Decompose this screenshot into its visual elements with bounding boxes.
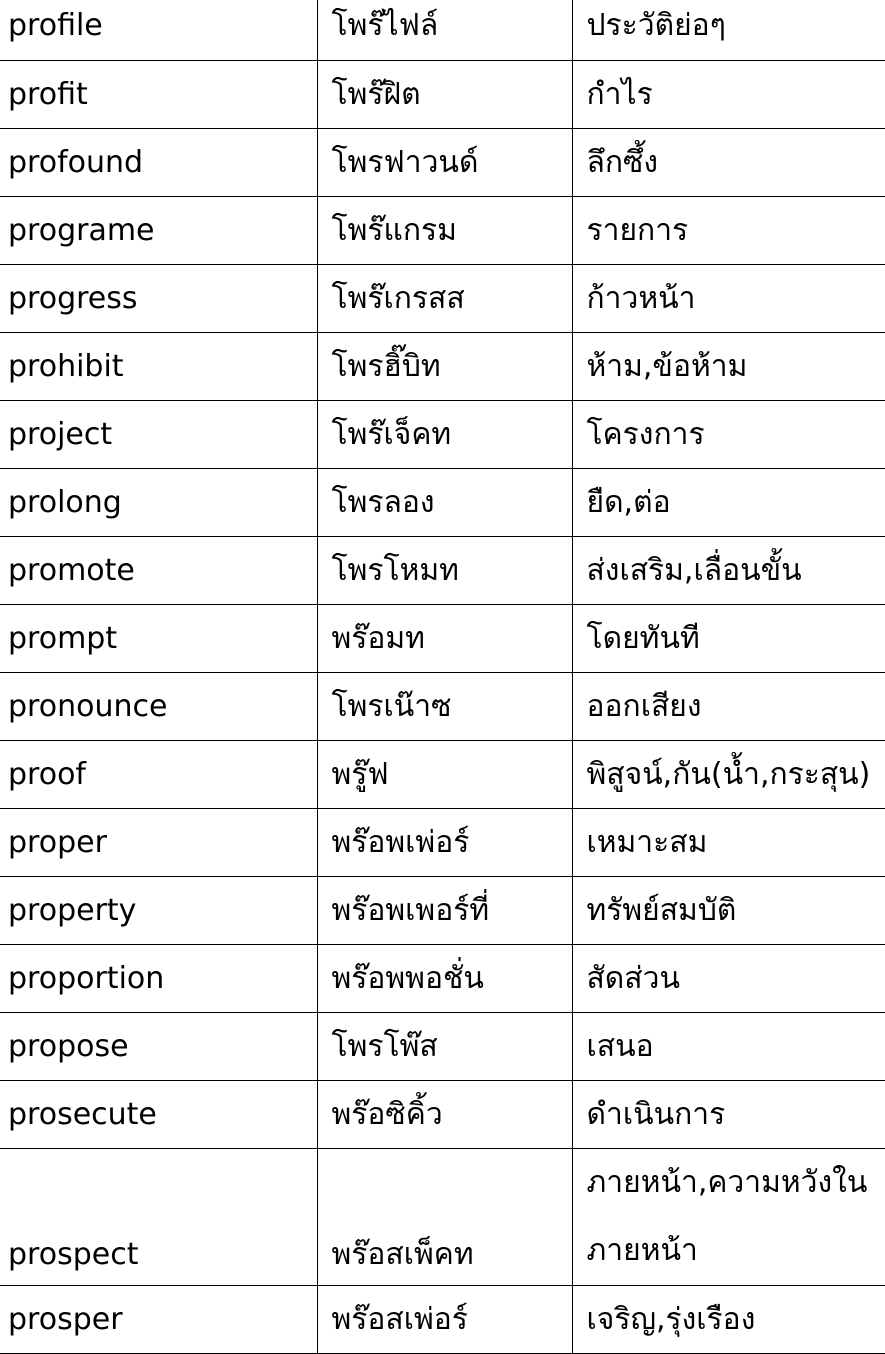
- thai-pronunciation: โพรเน๊าซ: [316, 671, 573, 741]
- table-row: project โพร๊เจ็คท โครงการ: [0, 399, 885, 469]
- english-word: prosecute: [0, 1079, 318, 1149]
- english-word: project: [0, 399, 318, 469]
- thai-pronunciation: โพร๊เกรสส: [316, 263, 573, 333]
- thai-meaning: ยืด,ต่อ: [571, 467, 885, 537]
- table-row: programe โพร๊แกรม รายการ: [0, 195, 885, 265]
- thai-pronunciation: พร๊อพพอชั่น: [316, 943, 573, 1013]
- thai-meaning: ดำเนินการ: [571, 1079, 885, 1149]
- thai-pronunciation: โพร๊ฝิต: [316, 59, 573, 129]
- table-row: profit โพร๊ฝิต กำไร: [0, 59, 885, 129]
- thai-pronunciation: โพรโหมท: [316, 535, 573, 605]
- table-row: promote โพรโหมท ส่งเสริม,เลื่อนขั้น: [0, 535, 885, 605]
- english-word: profile: [0, 0, 318, 61]
- table-row: progress โพร๊เกรสส ก้าวหน้า: [0, 263, 885, 333]
- thai-pronunciation: พร๊อสเพ่อร์: [316, 1284, 573, 1354]
- english-word: proper: [0, 807, 318, 877]
- english-word: programe: [0, 195, 318, 265]
- english-word: profound: [0, 127, 318, 197]
- thai-meaning: พิสูจน์,กัน(น้ำ,กระสุน): [571, 739, 885, 809]
- thai-pronunciation: โพรโพ๊ส: [316, 1011, 573, 1081]
- vocabulary-table: profile โพร๊ไฟล์ ประวัติย่อๆ profit โพร๊…: [0, 0, 885, 1354]
- english-word: propose: [0, 1011, 318, 1081]
- english-word: pronounce: [0, 671, 318, 741]
- english-word: promote: [0, 535, 318, 605]
- table-row: prosecute พร๊อซิคิ้ว ดำเนินการ: [0, 1079, 885, 1149]
- thai-pronunciation: โพร๊เจ็คท: [316, 399, 573, 469]
- english-word: prosper: [0, 1284, 318, 1354]
- thai-pronunciation: โพร๊แกรม: [316, 195, 573, 265]
- thai-pronunciation: พร๊อพเพอร์ที่: [316, 875, 573, 945]
- table-row: profound โพรฟาวนด์ ลึกซึ้ง: [0, 127, 885, 197]
- thai-pronunciation: โพรลอง: [316, 467, 573, 537]
- thai-meaning: โดยทันที: [571, 603, 885, 673]
- table-row: prosper พร๊อสเพ่อร์ เจริญ,รุ่งเรือง: [0, 1284, 885, 1354]
- thai-meaning: เหมาะสม: [571, 807, 885, 877]
- thai-meaning: เจริญ,รุ่งเรือง: [571, 1284, 885, 1354]
- thai-meaning: รายการ: [571, 195, 885, 265]
- thai-meaning: ทรัพย์สมบัติ: [571, 875, 885, 945]
- thai-pronunciation: พร๊อพเพ่อร์: [316, 807, 573, 877]
- table-row: propose โพรโพ๊ส เสนอ: [0, 1011, 885, 1081]
- thai-pronunciation: พร๊อสเพ็คท: [316, 1147, 573, 1286]
- thai-meaning: ประวัติย่อๆ: [571, 0, 885, 61]
- thai-meaning: ลึกซึ้ง: [571, 127, 885, 197]
- english-word: prospect: [0, 1147, 318, 1286]
- table-row: pronounce โพรเน๊าซ ออกเสียง: [0, 671, 885, 741]
- table-row: proof พรู๊ฟ พิสูจน์,กัน(น้ำ,กระสุน): [0, 739, 885, 809]
- english-word: prolong: [0, 467, 318, 537]
- thai-meaning: ภายหน้า,ความหวังในภายหน้า: [571, 1147, 885, 1286]
- english-word: proportion: [0, 943, 318, 1013]
- thai-pronunciation: โพร๊ไฟล์: [316, 0, 573, 61]
- thai-pronunciation: โพรฟาวนด์: [316, 127, 573, 197]
- table-row: prolong โพรลอง ยืด,ต่อ: [0, 467, 885, 537]
- thai-meaning: กำไร: [571, 59, 885, 129]
- table-row: proper พร๊อพเพ่อร์ เหมาะสม: [0, 807, 885, 877]
- thai-meaning: เสนอ: [571, 1011, 885, 1081]
- thai-meaning: สัดส่วน: [571, 943, 885, 1013]
- thai-pronunciation: พรู๊ฟ: [316, 739, 573, 809]
- thai-pronunciation: พร๊อมท: [316, 603, 573, 673]
- table-row: proportion พร๊อพพอชั่น สัดส่วน: [0, 943, 885, 1013]
- thai-meaning: โครงการ: [571, 399, 885, 469]
- thai-meaning: ออกเสียง: [571, 671, 885, 741]
- thai-meaning: ส่งเสริม,เลื่อนขั้น: [571, 535, 885, 605]
- table-row: prospect พร๊อสเพ็คท ภายหน้า,ความหวังในภา…: [0, 1147, 885, 1286]
- english-word: progress: [0, 263, 318, 333]
- table-row: prohibit โพรฮิ๊บิท ห้าม,ข้อห้าม: [0, 331, 885, 401]
- table-row: profile โพร๊ไฟล์ ประวัติย่อๆ: [0, 0, 885, 61]
- thai-pronunciation: พร๊อซิคิ้ว: [316, 1079, 573, 1149]
- english-word: property: [0, 875, 318, 945]
- english-word: profit: [0, 59, 318, 129]
- thai-meaning: ห้าม,ข้อห้าม: [571, 331, 885, 401]
- thai-pronunciation: โพรฮิ๊บิท: [316, 331, 573, 401]
- thai-meaning: ก้าวหน้า: [571, 263, 885, 333]
- table-row: prompt พร๊อมท โดยทันที: [0, 603, 885, 673]
- english-word: prohibit: [0, 331, 318, 401]
- english-word: prompt: [0, 603, 318, 673]
- table-row: property พร๊อพเพอร์ที่ ทรัพย์สมบัติ: [0, 875, 885, 945]
- vocabulary-table-body: profile โพร๊ไฟล์ ประวัติย่อๆ profit โพร๊…: [0, 0, 885, 1354]
- english-word: proof: [0, 739, 318, 809]
